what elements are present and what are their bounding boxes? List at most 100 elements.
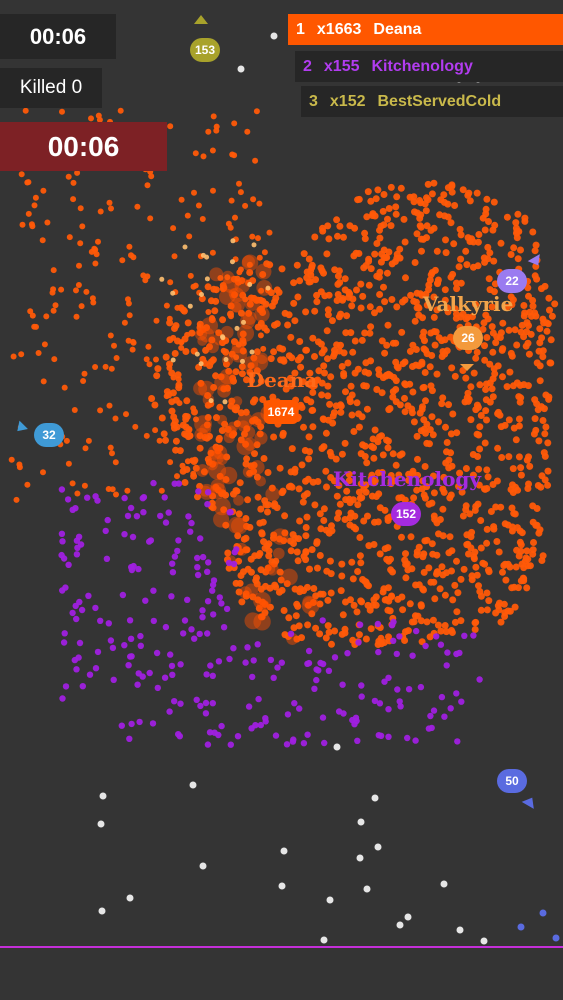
crowd-member xyxy=(501,421,509,429)
crowd-member xyxy=(431,341,439,349)
crowd-member xyxy=(393,650,400,658)
crowd-member xyxy=(327,373,335,381)
crowd-member xyxy=(273,504,281,512)
crowd-member xyxy=(351,369,359,377)
crowd-member xyxy=(410,418,418,426)
crowd-member xyxy=(150,617,157,625)
crowd-member xyxy=(510,509,518,517)
crowd-member xyxy=(334,232,341,240)
crowd-member xyxy=(162,519,170,526)
game-stage[interactable]: Deana Valkyrie Kitchenology 1674 26 152 … xyxy=(0,0,563,1000)
crowd-member xyxy=(119,591,127,599)
crowd-member xyxy=(405,686,413,693)
crowd-member xyxy=(398,533,405,541)
crowd-highlight xyxy=(223,357,229,362)
crowd-member xyxy=(199,553,207,561)
crowd-member xyxy=(296,705,303,712)
crowd-member xyxy=(267,656,275,664)
crowd-member xyxy=(147,215,154,222)
crowd-member xyxy=(207,297,215,305)
crowd-member xyxy=(360,382,368,390)
crowd-member xyxy=(160,430,168,438)
crowd-member xyxy=(389,450,397,458)
crowd-member xyxy=(417,199,425,207)
crowd-member xyxy=(73,551,81,558)
crowd-member xyxy=(133,513,141,520)
crowd-member xyxy=(548,312,556,320)
crowd-member xyxy=(544,481,552,489)
crowd-glow xyxy=(198,380,215,398)
crowd-member xyxy=(256,200,263,207)
crowd-member xyxy=(10,353,17,360)
crowd-member xyxy=(313,538,321,546)
crowd-member xyxy=(242,659,249,666)
crowd-member xyxy=(395,494,403,502)
crowd-member xyxy=(194,564,201,571)
crowd-member xyxy=(526,462,534,470)
crowd-member xyxy=(367,323,375,331)
crowd-member xyxy=(406,347,414,355)
crowd-member xyxy=(517,471,525,479)
crowd-member xyxy=(290,299,298,307)
crowd-member xyxy=(494,362,502,370)
neutral-dot xyxy=(480,937,488,945)
crowd-member xyxy=(50,267,57,274)
crowd-glow xyxy=(231,396,243,407)
crowd-member xyxy=(472,563,480,571)
crowd-member xyxy=(234,275,241,282)
crowd-member xyxy=(404,734,411,742)
crowd-member xyxy=(154,684,161,692)
crowd-member xyxy=(385,406,393,414)
crowd-member xyxy=(383,269,391,277)
crowd-member xyxy=(168,407,176,415)
crowd-member xyxy=(459,512,467,520)
crowd-member xyxy=(326,448,334,456)
crowd-member xyxy=(436,211,444,219)
crowd-member xyxy=(434,279,442,287)
crowd-member xyxy=(258,529,266,537)
leaderboard-name: Kitchenology xyxy=(371,57,473,75)
crowd-member xyxy=(490,525,498,533)
crowd-member xyxy=(324,306,332,314)
crowd-member xyxy=(69,480,76,487)
crowd-member xyxy=(72,602,79,610)
crowd-member xyxy=(338,560,346,568)
crowd-member xyxy=(220,624,228,631)
crowd-member xyxy=(270,433,278,441)
crowd-member xyxy=(244,496,252,504)
crowd-member xyxy=(543,327,551,335)
crowd-member xyxy=(303,490,311,498)
crowd-member xyxy=(97,407,104,414)
crowd-member xyxy=(484,243,492,251)
leaderboard-rank: 3 xyxy=(309,92,318,110)
crowd-member xyxy=(195,488,202,495)
crowd-member xyxy=(396,633,403,640)
crowd-member xyxy=(230,645,237,652)
crowd-member xyxy=(426,633,434,641)
crowd-member xyxy=(302,556,310,564)
crowd-member xyxy=(174,473,180,480)
crowd-highlight xyxy=(230,238,236,244)
crowd-member xyxy=(296,338,304,345)
crowd-member xyxy=(447,430,455,438)
crowd-member xyxy=(462,502,470,510)
crowd-member xyxy=(472,618,480,626)
crowd-member xyxy=(158,487,165,494)
crowd-member xyxy=(291,317,299,325)
crowd-member xyxy=(154,365,162,373)
crowd-member xyxy=(465,550,472,558)
crowd-member xyxy=(392,203,400,211)
crowd-member xyxy=(457,279,465,287)
crowd-member xyxy=(174,547,181,555)
crowd-member xyxy=(414,455,421,463)
crowd-glow xyxy=(219,288,236,305)
crowd-member xyxy=(509,481,516,489)
crowd-member xyxy=(436,585,444,593)
crowd-member xyxy=(491,370,499,378)
crowd-member xyxy=(496,411,504,419)
crowd-member xyxy=(481,356,489,364)
crowd-member xyxy=(545,393,553,401)
crowd-member xyxy=(204,501,211,508)
crowd-member xyxy=(253,574,260,582)
crowd-member xyxy=(59,695,66,702)
